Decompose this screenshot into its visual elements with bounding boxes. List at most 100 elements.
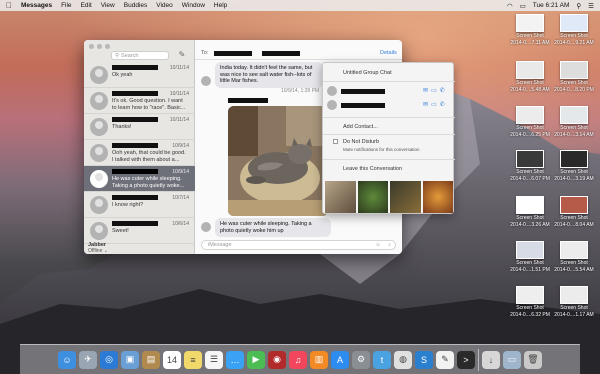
menu-app-name[interactable]: Messages xyxy=(21,2,52,9)
conversation-preview: It's ok. Good question. I want to learn … xyxy=(112,98,186,111)
minimize-button[interactable] xyxy=(97,44,102,49)
compose-icon[interactable]: ✎ xyxy=(177,50,187,59)
conversation-item[interactable]: 10/7/14 I know right? xyxy=(84,192,195,218)
desktop-screenshot-file[interactable]: Screen Shot 2014-0....8.04 AM xyxy=(552,196,596,228)
file-thumbnail xyxy=(516,241,544,259)
file-name: Screen Shot xyxy=(560,260,588,266)
apple-menu-icon[interactable]:  xyxy=(6,1,12,10)
message-input[interactable]: iMessage ☺ ♪ xyxy=(201,240,396,250)
dock-twitter-icon[interactable]: t xyxy=(373,350,391,369)
attachment-thumbnail[interactable] xyxy=(422,181,453,213)
menu-buddies[interactable]: Buddies xyxy=(124,2,148,9)
details-button[interactable]: Details xyxy=(380,46,397,60)
menu-clock[interactable]: Tue 6:21 AM xyxy=(533,2,570,9)
dock-terminal-icon[interactable]: > xyxy=(457,350,475,369)
attachment-thumbnail[interactable] xyxy=(357,181,388,213)
menu-view[interactable]: View xyxy=(101,2,115,9)
menu-window[interactable]: Window xyxy=(182,2,205,9)
conversation-item[interactable]: 10/11/14 It's ok. Good question. I want t… xyxy=(84,88,195,114)
conversation-date: 10/9/14 xyxy=(172,143,189,149)
battery-icon[interactable]: ▭ xyxy=(520,2,526,10)
dock-reminders-icon[interactable]: ☰ xyxy=(205,350,223,369)
conversation-date: 10/11/14 xyxy=(169,65,189,71)
member-row[interactable]: ✉ ▭ ✆ xyxy=(327,99,451,111)
conversation-date: 10/9/14 xyxy=(172,169,189,175)
leave-conversation-link[interactable]: Leave this Conversation xyxy=(343,166,402,172)
dock-safari-icon[interactable]: ◎ xyxy=(100,350,118,369)
add-contact-link[interactable]: Add Contact... xyxy=(343,124,378,130)
divider xyxy=(323,81,455,82)
desktop-screenshot-file[interactable]: Screen Shot 2014-0....6.25 PM xyxy=(508,106,552,138)
conversation-item[interactable]: 10/6/14 Sweet! xyxy=(84,218,195,244)
phone-icon[interactable]: ✆ xyxy=(440,87,445,94)
dock-facetime-icon[interactable]: ▶ xyxy=(247,350,265,369)
group-name-field[interactable]: Untitled Group Chat xyxy=(343,70,392,76)
do-not-disturb-checkbox[interactable] xyxy=(333,139,338,144)
menu-help[interactable]: Help xyxy=(214,2,227,9)
file-name-detail: 2014-0....6.32 PM xyxy=(510,312,550,318)
desktop-screenshot-file[interactable]: Screen Shot 2014-0....3.19 AM xyxy=(552,150,596,182)
file-thumbnail xyxy=(560,286,588,304)
dock-preview-icon[interactable]: ▣ xyxy=(121,350,139,369)
desktop-screenshot-file[interactable]: Screen Shot 2014-0....1.51 PM xyxy=(508,241,552,273)
desktop-screenshot-file[interactable]: Screen Shot 2014-0....6.32 PM xyxy=(508,286,552,318)
file-name-detail: 2014-0....1.51 PM xyxy=(510,267,550,273)
close-button[interactable] xyxy=(89,44,94,49)
dock-chrome-icon[interactable]: ◍ xyxy=(394,350,412,369)
dock-textedit-icon[interactable]: ✎ xyxy=(436,350,454,369)
message-icon[interactable]: ✉ xyxy=(423,101,428,108)
account-status[interactable]: Offline ⌄ xyxy=(88,248,108,254)
dock-contacts-icon[interactable]: ▤ xyxy=(142,350,160,369)
desktop-screenshot-file[interactable]: Screen Shot 2014-0....8.20 PM xyxy=(552,61,596,93)
dock-ibooks-icon[interactable]: ▥ xyxy=(310,350,328,369)
desktop-screenshot-file[interactable]: Screen Shot 2014-0....7.11 AM xyxy=(508,14,552,46)
desktop-screenshot-file[interactable]: Screen Shot 2014-0....5.54 AM xyxy=(552,241,596,273)
menu-edit[interactable]: Edit xyxy=(81,2,92,9)
video-icon[interactable]: ▭ xyxy=(431,101,437,108)
desktop-screenshot-file[interactable]: Screen Shot 2014-0....1.17 AM xyxy=(552,286,596,318)
conversation-item[interactable]: 10/11/14 Ok yeah xyxy=(84,62,195,88)
video-icon[interactable]: ▭ xyxy=(431,87,437,94)
conversation-item[interactable]: 10/9/14 He was cuter while sleeping. Taki… xyxy=(84,166,195,192)
dock-finder-icon[interactable]: ☺ xyxy=(58,350,76,369)
phone-icon[interactable]: ✆ xyxy=(440,101,445,108)
menu-video[interactable]: Video xyxy=(156,2,173,9)
dock-calendar-icon[interactable]: 14 xyxy=(163,350,181,369)
desktop-screenshot-file[interactable]: Screen Shot 2014-0....5.48 AM xyxy=(508,61,552,93)
message-timestamp: 10/9/14, 1:28 PM xyxy=(281,88,320,94)
dock-messages-icon[interactable]: … xyxy=(226,350,244,369)
conversation-preview: I know right? xyxy=(112,202,144,208)
dock-launchpad-icon[interactable]: ✈ xyxy=(79,350,97,369)
emoji-icon[interactable]: ☺ xyxy=(375,241,381,250)
member-row[interactable]: ✉ ▭ ✆ xyxy=(327,85,451,97)
message-icon[interactable]: ✉ xyxy=(423,87,428,94)
spotlight-icon[interactable]: ⚲ xyxy=(576,2,581,10)
conversation-item[interactable]: 10/11/14 Thanks! xyxy=(84,114,195,140)
dock-downloads-icon[interactable]: ↓ xyxy=(482,350,500,369)
notification-center-icon[interactable]: ☰ xyxy=(588,2,594,10)
zoom-button[interactable] xyxy=(105,44,110,49)
attachment-thumbnail[interactable] xyxy=(325,181,356,213)
file-name: Screen Shot xyxy=(516,125,544,131)
recipients-bar[interactable]: To: xyxy=(195,46,402,60)
desktop-screenshot-file[interactable]: Screen Shot 2014-0....3.14 AM xyxy=(552,106,596,138)
wifi-icon[interactable]: ◠ xyxy=(507,2,513,10)
dock-photo-booth-icon[interactable]: ◉ xyxy=(268,350,286,369)
desktop-screenshot-file[interactable]: Screen Shot 2014-0....9.21 AM xyxy=(552,14,596,46)
dock-trash-icon[interactable]: 🗑 xyxy=(524,350,542,369)
menu-file[interactable]: File xyxy=(61,2,71,9)
dock-app-store-icon[interactable]: A xyxy=(331,350,349,369)
dock-folder-icon[interactable]: ▭ xyxy=(503,350,521,369)
search-input[interactable]: ⚲ Search xyxy=(111,51,169,60)
desktop-screenshot-file[interactable]: Screen Shot 2014-0....6.07 PM xyxy=(508,150,552,182)
microphone-icon[interactable]: ♪ xyxy=(388,241,391,250)
dock-notes-icon[interactable]: ≡ xyxy=(184,350,202,369)
conversation-item[interactable]: 10/9/14 Ooh yeah, that could be good. I t… xyxy=(84,140,195,166)
cat-photo[interactable] xyxy=(228,106,328,216)
desktop-screenshot-file[interactable]: Screen Shot 2014-0....3.26 AM xyxy=(508,196,552,228)
dock-skype-icon[interactable]: S xyxy=(415,350,433,369)
dock-system-preferences-icon[interactable]: ⚙ xyxy=(352,350,370,369)
attachment-thumbnail[interactable] xyxy=(390,181,421,213)
dock-separator xyxy=(478,348,479,371)
dock-itunes-icon[interactable]: ♫ xyxy=(289,350,307,369)
